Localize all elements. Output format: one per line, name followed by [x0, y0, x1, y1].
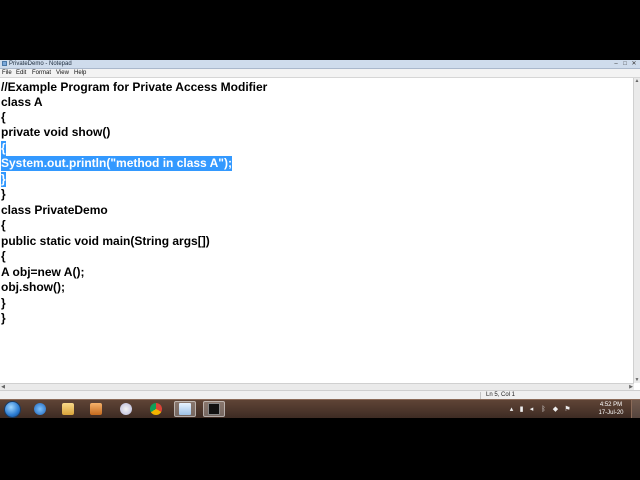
clock-time: 4:52 PM	[599, 402, 623, 408]
taskbar-media-player[interactable]	[86, 401, 106, 417]
code-line[interactable]: public static void main(String args[])	[1, 234, 210, 249]
taskbar-command-prompt[interactable]	[203, 401, 225, 417]
code-line[interactable]: }	[1, 296, 6, 311]
show-desktop-button[interactable]	[631, 400, 640, 418]
tray-arrow-icon[interactable]: ▴	[508, 406, 515, 413]
menu-format[interactable]: Format	[32, 69, 51, 77]
desktop-screen: PrivateDemo - Notepad – □ ✕ File Edit Fo…	[0, 60, 640, 418]
tray-flag-icon[interactable]: ⚑	[564, 406, 571, 413]
menu-file[interactable]: File	[2, 69, 12, 77]
window-title: PrivateDemo - Notepad	[9, 61, 72, 67]
tray-shield-icon[interactable]: ◆	[552, 406, 559, 413]
itunes-icon	[120, 403, 132, 415]
taskbar-explorer[interactable]	[58, 401, 78, 417]
status-divider	[480, 392, 481, 399]
code-line[interactable]: System.out.println("method in class A");	[1, 156, 232, 171]
menu-edit[interactable]: Edit	[16, 69, 26, 77]
tray-volume-icon[interactable]: ◂	[528, 406, 535, 413]
title-bar[interactable]: PrivateDemo - Notepad – □ ✕	[0, 60, 640, 69]
taskbar: ▴ ▮ ◂ ᛒ ◆ ⚑ 4:52 PM 17-Jul-20	[0, 399, 640, 418]
code-line[interactable]: obj.show();	[1, 280, 65, 295]
taskbar-chrome[interactable]	[146, 401, 166, 417]
code-line[interactable]: {	[1, 110, 6, 125]
clock-date: 17-Jul-20	[598, 410, 624, 416]
file-explorer-icon	[62, 403, 74, 415]
tray-network-icon[interactable]: ▮	[518, 406, 525, 413]
code-line[interactable]: {	[1, 141, 6, 156]
maximize-button[interactable]: □	[621, 61, 629, 67]
text-editor-area[interactable]: //Example Program for Private Access Mod…	[0, 78, 634, 383]
code-line[interactable]: }	[1, 187, 6, 202]
scroll-up-arrow-icon[interactable]: ▲	[634, 78, 640, 84]
chrome-icon	[150, 403, 162, 415]
taskbar-itunes[interactable]	[116, 401, 136, 417]
close-button[interactable]: ✕	[630, 61, 638, 67]
menu-view[interactable]: View	[56, 69, 69, 77]
code-line[interactable]: class A	[1, 95, 43, 110]
code-line[interactable]: {	[1, 249, 6, 264]
notepad-icon	[179, 403, 191, 415]
start-orb-icon	[3, 400, 21, 418]
code-line[interactable]: }	[1, 172, 6, 187]
scroll-down-arrow-icon[interactable]: ▼	[634, 377, 640, 383]
menu-help[interactable]: Help	[74, 69, 86, 77]
vertical-scrollbar[interactable]: ▲ ▼	[633, 78, 640, 383]
media-player-icon	[90, 403, 102, 415]
notepad-app-icon[interactable]	[2, 61, 7, 66]
system-clock[interactable]: 4:52 PM 17-Jul-20	[596, 401, 626, 417]
code-line[interactable]: //Example Program for Private Access Mod…	[1, 80, 267, 95]
code-line[interactable]: A obj=new A();	[1, 265, 84, 280]
code-line[interactable]: }	[1, 311, 6, 326]
taskbar-notepad[interactable]	[174, 401, 196, 417]
code-line[interactable]: {	[1, 218, 6, 233]
internet-explorer-icon	[34, 403, 46, 415]
menu-bar: File Edit Format View Help	[0, 69, 640, 78]
code-line[interactable]: class PrivateDemo	[1, 203, 108, 218]
minimize-button[interactable]: –	[612, 61, 620, 67]
start-button[interactable]	[2, 400, 22, 418]
taskbar-ie[interactable]	[30, 401, 50, 417]
horizontal-scrollbar[interactable]: ◀ ▶	[0, 383, 634, 390]
tray-bluetooth-icon[interactable]: ᛒ	[540, 406, 547, 413]
command-prompt-icon	[208, 403, 220, 415]
code-line[interactable]: private void show()	[1, 125, 110, 140]
